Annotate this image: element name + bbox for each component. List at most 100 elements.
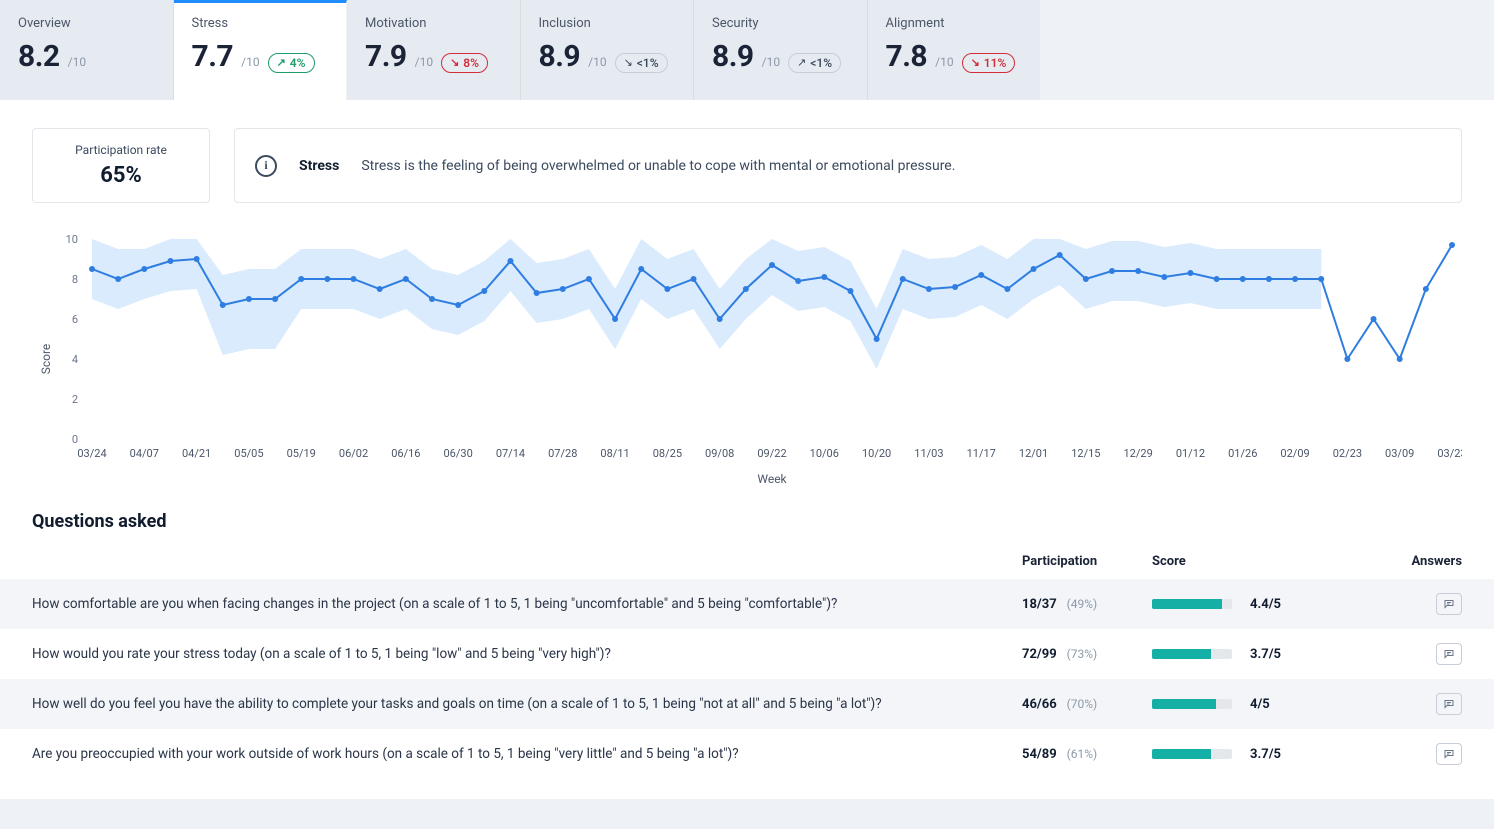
svg-text:03/24: 03/24 <box>77 447 106 460</box>
svg-text:03/09: 03/09 <box>1385 447 1414 460</box>
participation-cell: 18/37 (49%) <box>1022 597 1152 612</box>
column-header-participation: Participation <box>1022 554 1152 569</box>
svg-text:09/22: 09/22 <box>757 447 786 460</box>
change-pill: ↘8% <box>441 53 488 73</box>
comment-icon <box>1443 697 1455 711</box>
svg-text:0: 0 <box>72 433 78 446</box>
svg-text:05/05: 05/05 <box>234 447 263 460</box>
participation-count: 46/66 <box>1022 697 1057 712</box>
comment-icon <box>1443 747 1455 761</box>
score-value: 4.4/5 <box>1250 597 1281 612</box>
svg-text:01/26: 01/26 <box>1228 447 1257 460</box>
svg-text:06/02: 06/02 <box>339 447 368 460</box>
score-bar <box>1152 599 1232 609</box>
svg-text:02/23: 02/23 <box>1333 447 1362 460</box>
tab-label: Inclusion <box>539 16 676 31</box>
svg-text:02/09: 02/09 <box>1280 447 1309 460</box>
svg-text:01/12: 01/12 <box>1176 447 1205 460</box>
svg-text:06/30: 06/30 <box>444 447 473 460</box>
column-header-answers: Answers <box>1372 554 1462 569</box>
tab-alignment[interactable]: Alignment 7.8/10 ↘ 11% <box>868 0 1041 100</box>
score-value: 4/5 <box>1250 697 1270 712</box>
tab-score: 8.2 <box>18 39 60 74</box>
tab-denom: /10 <box>935 55 953 69</box>
tab-stress[interactable]: Stress7.7/10↗4% <box>174 0 348 100</box>
change-value: 4% <box>290 56 306 70</box>
participation-percent: (61%) <box>1067 747 1098 761</box>
tab-score: 8.9 <box>712 39 754 74</box>
participation-percent: (49%) <box>1067 597 1098 611</box>
score-value: 3.7/5 <box>1250 747 1281 762</box>
change-pill: ↘ 11% <box>962 53 1016 73</box>
svg-text:6: 6 <box>72 313 78 326</box>
tab-score: 8.9 <box>539 39 581 74</box>
question-row: How well do you feel you have the abilit… <box>0 679 1494 729</box>
answers-button[interactable] <box>1436 693 1462 715</box>
tab-motivation[interactable]: Motivation7.9/10↘8% <box>347 0 521 100</box>
metric-description-card: i Stress Stress is the feeling of being … <box>234 128 1462 203</box>
chart-container: Score024681003/2404/0704/2105/0505/1906/… <box>0 219 1494 489</box>
svg-text:11/03: 11/03 <box>914 447 943 460</box>
column-header-score: Score <box>1152 554 1372 569</box>
answers-button[interactable] <box>1436 643 1462 665</box>
svg-text:Score: Score <box>39 344 53 375</box>
score-bar <box>1152 649 1232 659</box>
tab-label: Alignment <box>886 16 1023 31</box>
participation-value: 65% <box>43 163 199 188</box>
tab-inclusion[interactable]: Inclusion 8.9/10 ↘ <1% <box>521 0 695 100</box>
svg-text:07/28: 07/28 <box>548 447 577 460</box>
participation-percent: (70%) <box>1067 697 1098 711</box>
score-cell: 4/5 <box>1152 697 1372 712</box>
tab-score: 7.9 <box>365 39 407 74</box>
svg-text:10: 10 <box>66 233 78 246</box>
tab-overview[interactable]: Overview 8.2/10 <box>0 0 174 100</box>
tab-security[interactable]: Security8.9/10↗<1% <box>694 0 868 100</box>
score-cell: 3.7/5 <box>1152 747 1372 762</box>
change-value: 8% <box>463 56 479 70</box>
svg-text:08/11: 08/11 <box>600 447 629 460</box>
svg-text:05/19: 05/19 <box>287 447 316 460</box>
participation-cell: 72/99(73%) <box>1022 647 1152 662</box>
svg-text:09/08: 09/08 <box>705 447 734 460</box>
participation-cell: 46/66 (70%) <box>1022 697 1152 712</box>
tab-label: Overview <box>18 16 155 31</box>
svg-text:10/20: 10/20 <box>862 447 891 460</box>
svg-text:04/21: 04/21 <box>182 447 211 460</box>
change-pill: ↘ <1% <box>615 53 668 73</box>
svg-text:2: 2 <box>72 393 78 406</box>
tab-denom: /10 <box>588 55 606 69</box>
question-row: How comfortable are you when facing chan… <box>0 579 1494 629</box>
question-text: Are you preoccupied with your work outsi… <box>32 746 1022 762</box>
info-row: Participation rate 65% i Stress Stress i… <box>0 128 1494 203</box>
svg-text:08/25: 08/25 <box>653 447 682 460</box>
metric-title: Stress <box>299 158 339 174</box>
change-value: 11% <box>984 56 1007 70</box>
svg-text:11/17: 11/17 <box>967 447 996 460</box>
score-cell: 4.4/5 <box>1152 597 1372 612</box>
score-cell: 3.7/5 <box>1152 647 1372 662</box>
question-row: How would you rate your stress today (on… <box>0 629 1494 679</box>
svg-text:Week: Week <box>757 472 787 486</box>
tab-label: Security <box>712 16 849 31</box>
tab-denom: /10 <box>241 55 259 69</box>
answers-button[interactable] <box>1436 743 1462 765</box>
score-bar <box>1152 749 1232 759</box>
arrow-down-icon: ↘ <box>624 57 633 68</box>
participation-count: 18/37 <box>1022 597 1057 612</box>
question-text: How would you rate your stress today (on… <box>32 646 1022 662</box>
svg-text:12/15: 12/15 <box>1071 447 1100 460</box>
comment-icon <box>1443 647 1455 661</box>
svg-text:10/06: 10/06 <box>810 447 839 460</box>
svg-text:03/23: 03/23 <box>1437 447 1462 460</box>
tab-denom: /10 <box>415 55 433 69</box>
participation-card: Participation rate 65% <box>32 128 210 203</box>
arrow-down-icon: ↘ <box>971 57 980 68</box>
tab-denom: /10 <box>68 55 86 69</box>
svg-text:12/29: 12/29 <box>1124 447 1153 460</box>
metric-tabs: Overview8.2/10Stress7.7/10↗4%Motivation7… <box>0 0 1040 100</box>
svg-text:07/14: 07/14 <box>496 447 525 460</box>
change-value: <1% <box>637 56 659 70</box>
tab-score: 7.8 <box>886 39 928 74</box>
change-pill: ↗4% <box>268 53 315 73</box>
answers-button[interactable] <box>1436 593 1462 615</box>
